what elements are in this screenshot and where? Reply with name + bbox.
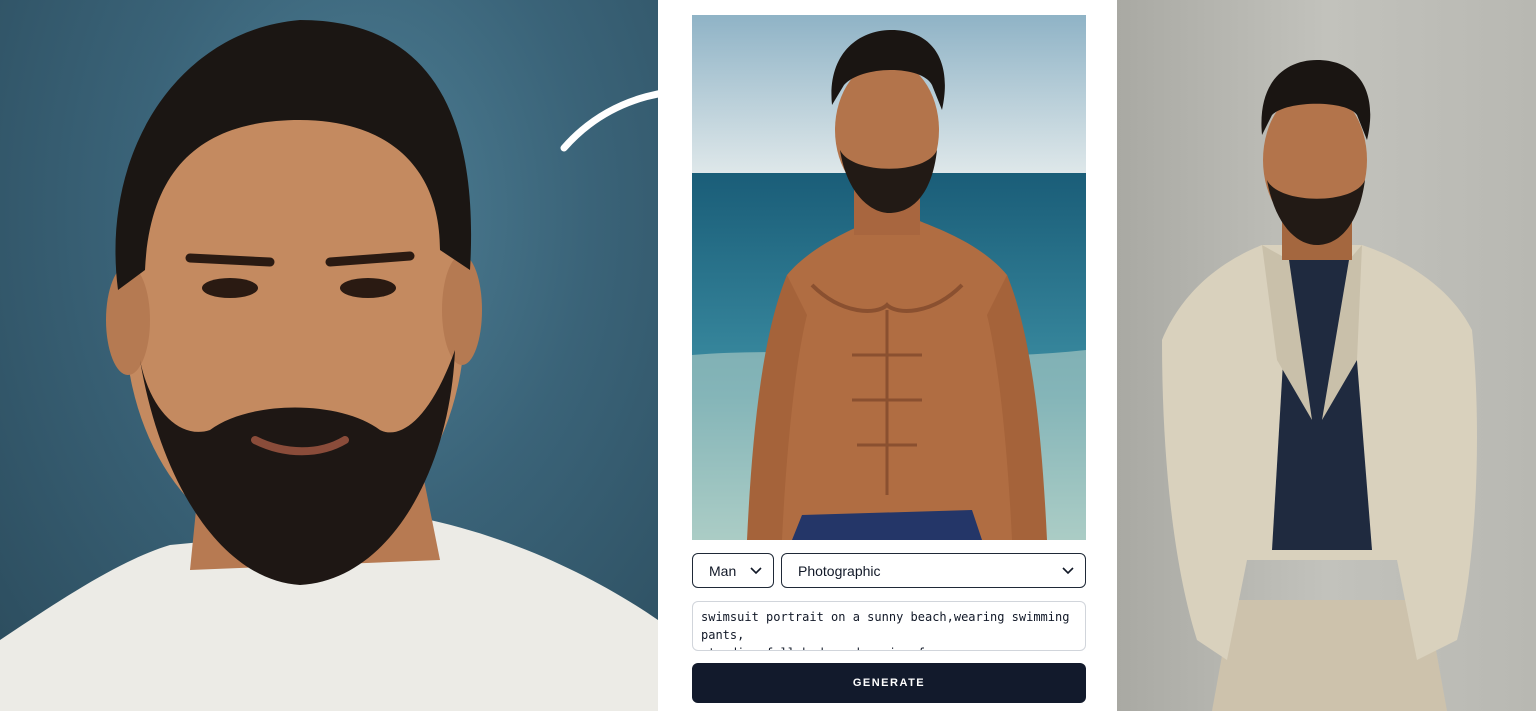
generate-button[interactable]: GENERATE (692, 663, 1086, 703)
result-portrait-image (1117, 0, 1536, 711)
generated-preview-image (692, 15, 1086, 540)
gender-select-value: Man (709, 562, 737, 579)
style-select[interactable]: Photographic (781, 553, 1086, 588)
generator-panel: Man Photographic swimsuit portrait on a … (658, 0, 1117, 711)
gender-select[interactable]: Man (692, 553, 774, 588)
chevron-down-icon (1061, 564, 1075, 578)
chevron-down-icon (749, 564, 763, 578)
prompt-textarea[interactable]: swimsuit portrait on a sunny beach,weari… (692, 601, 1086, 651)
style-select-value: Photographic (798, 562, 881, 579)
